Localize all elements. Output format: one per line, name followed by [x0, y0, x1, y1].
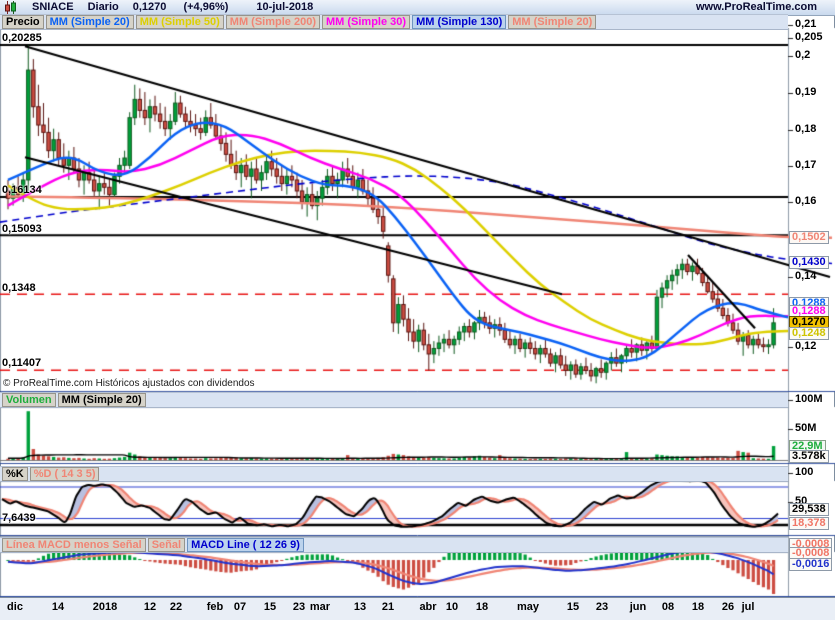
prorealtime-chart-window: SNIACE Diario 0,1270 (+4,96%) 10-jul-2018 w… — [0, 0, 835, 620]
right-axis-tick-label: 0,205 — [795, 31, 823, 43]
right-axis-value-box: 0,1430 — [789, 256, 829, 269]
time-axis-label: jul — [742, 601, 755, 613]
time-axis-label: 07 — [234, 601, 246, 613]
legend-chip-macd-1[interactable]: Señal — [148, 538, 185, 552]
legend-chip-stoch-0[interactable]: %K — [2, 467, 28, 481]
right-axis-tick-label: 0,21 — [795, 18, 816, 30]
right-axis-value-box: 0,1502 — [789, 231, 829, 244]
right-axis-value-box: 29,538 — [789, 503, 829, 516]
legend-chip-price-6[interactable]: MM (Simple 20) — [508, 15, 596, 29]
legend-chip-volume-0[interactable]: Volumen — [2, 393, 56, 407]
left-axis-label: 7,6439 — [2, 512, 36, 524]
timeframe-label: Diario — [88, 1, 119, 13]
legend-chip-price-5[interactable]: MM (Simple 130) — [412, 15, 506, 29]
time-axis-label: 12 — [144, 601, 156, 613]
stochastic-legend-row: %K%D ( 14 3 5) — [0, 466, 788, 482]
right-axis-value-box: 0,1248 — [789, 327, 829, 340]
time-axis-label: 2018 — [93, 601, 117, 613]
macd-legend-row: Línea MACD menos SeñalSeñalMACD Line ( 1… — [0, 537, 788, 553]
time-axis-label: jun — [630, 601, 647, 613]
time-axis-label: 08 — [662, 601, 674, 613]
right-axis-tick-label: 0,18 — [795, 123, 816, 135]
legend-chip-stoch-1[interactable]: %D ( 14 3 5) — [30, 467, 100, 481]
right-axis-tick-label: 0,2 — [795, 49, 810, 61]
time-axis-label: 26 — [722, 601, 734, 613]
left-axis-label: 0,16134 — [2, 184, 42, 196]
time-axis-label: 14 — [52, 601, 64, 613]
legend-chip-price-4[interactable]: MM (Simple 30) — [322, 15, 410, 29]
right-axis-tick-label: 0,17 — [795, 159, 816, 171]
time-axis-label: 23 — [596, 601, 608, 613]
volume-legend-row: VolumenMM (Simple 20) — [0, 392, 788, 408]
price-legend-row: PrecioMM (Simple 20)MM (Simple 50)MM (Si… — [0, 14, 788, 30]
chart-canvas[interactable] — [0, 0, 835, 620]
date-label: 10-jul-2018 — [256, 1, 313, 13]
legend-chip-macd-0[interactable]: Línea MACD menos Señal — [2, 538, 146, 552]
left-axis-label: 0,15093 — [2, 223, 42, 235]
left-axis-label: 0,11407 — [2, 357, 41, 369]
time-axis-label: dic — [7, 601, 23, 613]
prorealtime-url: www.ProRealTime.com — [696, 0, 817, 15]
time-axis-label: mar — [310, 601, 330, 613]
right-axis-value-box: 3.578k — [789, 450, 829, 463]
time-axis-label: feb — [207, 601, 224, 613]
time-axis-label: 10 — [446, 601, 458, 613]
right-axis-tick-label: 0,16 — [795, 195, 816, 207]
time-axis-label: 23 — [293, 601, 305, 613]
left-axis-label: 0,20285 — [2, 32, 42, 44]
time-axis-label: may — [517, 601, 539, 613]
time-axis-label: 15 — [264, 601, 276, 613]
legend-chip-price-3[interactable]: MM (Simple 200) — [226, 15, 320, 29]
right-axis-tick-label: 0,14 — [795, 270, 816, 282]
last-price-label: 0,1270 (+4,96%) — [133, 1, 243, 13]
time-axis-label: 15 — [567, 601, 579, 613]
legend-chip-volume-1[interactable]: MM (Simple 20) — [58, 393, 146, 407]
symbol-label: SNIACE — [32, 1, 74, 13]
left-axis-label: 0,1348 — [2, 282, 36, 294]
time-axis[interactable] — [0, 597, 835, 620]
right-axis-value-box: 18,378 — [789, 517, 829, 530]
right-axis-tick-label: 50M — [795, 422, 816, 434]
time-axis-label: abr — [419, 601, 436, 613]
right-axis-tick-label: 0,12 — [795, 340, 816, 352]
right-axis-value-box: -0,0016 — [789, 558, 832, 571]
candlestick-icon — [4, 1, 18, 14]
legend-chip-price-2[interactable]: MM (Simple 50) — [136, 15, 224, 29]
legend-chip-macd-2[interactable]: MACD Line ( 12 26 9) — [187, 538, 304, 552]
legend-chip-price-0[interactable]: Precio — [2, 15, 44, 29]
time-axis-label: 18 — [692, 601, 704, 613]
right-axis-tick-label: 0,19 — [795, 86, 816, 98]
right-axis-tick-label: 100M — [795, 393, 823, 405]
time-axis-label: 22 — [170, 601, 182, 613]
legend-chip-price-1[interactable]: MM (Simple 20) — [46, 15, 134, 29]
time-axis-label: 21 — [382, 601, 394, 613]
time-axis-label: 13 — [354, 601, 366, 613]
time-axis-label: 18 — [476, 601, 488, 613]
right-axis-tick-label: 100 — [795, 466, 813, 478]
attribution-text: © ProRealTime.com Históricos ajustados c… — [3, 378, 255, 389]
